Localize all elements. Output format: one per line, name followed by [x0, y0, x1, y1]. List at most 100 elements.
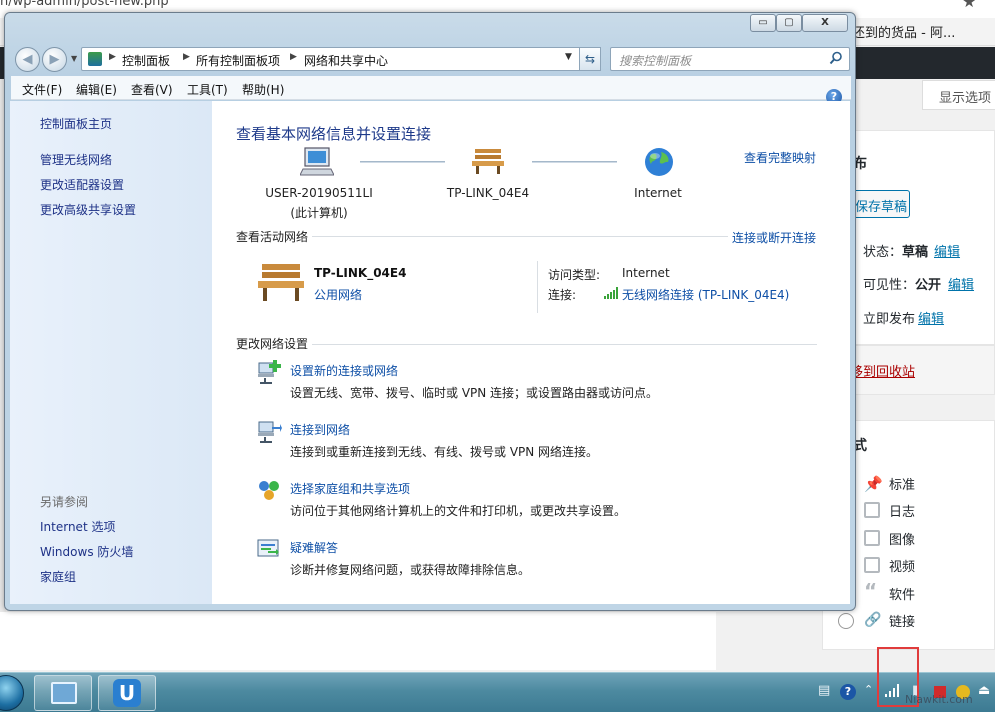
close-button[interactable]: X [802, 14, 848, 32]
format-link-radio[interactable] [838, 613, 854, 629]
connect-network-icon [258, 421, 282, 443]
start-orb-icon[interactable] [0, 675, 24, 711]
task-setup-desc: 设置无线、宽带、拨号、临时或 VPN 连接；或设置路由器或访问点。 [290, 386, 659, 400]
globe-icon[interactable] [643, 146, 675, 178]
menu-help[interactable]: 帮助(H) [242, 81, 284, 98]
menu-edit[interactable]: 编辑(E) [76, 81, 117, 98]
format-quote[interactable]: 软件 [889, 584, 915, 603]
windows-taskbar: U ▤ ? ⌃ ▮ ⏏ [0, 672, 995, 712]
format-standard[interactable]: 标准 [889, 474, 915, 493]
maximize-button[interactable]: ▢ [776, 14, 802, 32]
search-input[interactable]: 搜索控制面板 [610, 47, 850, 71]
access-type-label: 访问类型: [548, 268, 601, 282]
trash-link[interactable]: 移到回收站 [850, 361, 915, 380]
task-homegroup-desc: 访问位于其他网络计算机上的文件和打印机，或更改共享设置。 [290, 504, 627, 518]
connection-line [532, 161, 617, 163]
section-divider [312, 344, 817, 345]
format-aside[interactable]: 日志 [889, 501, 915, 520]
connection-line [360, 161, 445, 163]
network-type-link[interactable]: 公用网络 [314, 286, 362, 303]
network-name: TP-LINK_04E4 [314, 266, 407, 280]
menu-tools[interactable]: 工具(T) [187, 81, 228, 98]
menu-bar: 文件(F) 编辑(E) 查看(V) 工具(T) 帮助(H) [11, 76, 851, 100]
editor-gutter [716, 612, 822, 670]
navigation-bar: ◀ ▶ ▼ ▶ 控制面板 ▶ 所有控制面板项 ▶ 网络和共享中心 ▼ ⇆ 搜索控… [11, 46, 851, 72]
minimize-button[interactable]: ▭ [750, 14, 776, 32]
connect-disconnect-link[interactable]: 连接或断开连接 [732, 229, 816, 246]
breadcrumb-control-panel[interactable]: 控制面板 [122, 52, 170, 69]
breadcrumb-network-center[interactable]: 网络和共享中心 [304, 52, 388, 69]
breadcrumb-all-items[interactable]: 所有控制面板项 [196, 52, 280, 69]
usb-tray-icon[interactable]: ⏏ [978, 683, 990, 698]
breadcrumb-separator-icon: ▶ [109, 52, 116, 62]
refresh-icon[interactable]: ⇆ [579, 47, 601, 71]
publish-now-label: 立即发布 [863, 312, 916, 327]
format-image[interactable]: 图像 [889, 529, 915, 548]
task-troubleshoot-link[interactable]: 疑难解答 [290, 539, 338, 556]
bench-large-icon [258, 264, 304, 301]
screen-options-button[interactable]: 显示选项 [922, 80, 995, 110]
connection-link[interactable]: 无线网络连接 (TP-LINK_04E4) [622, 286, 789, 303]
search-icon[interactable] [829, 51, 843, 65]
save-draft-button[interactable]: 保存草稿 [850, 190, 910, 218]
sidebar-home[interactable]: 控制面板主页 [40, 115, 112, 132]
browser-url[interactable]: n/wp-admin/post-new.php [0, 0, 169, 9]
history-dropdown-icon[interactable]: ▼ [71, 54, 77, 63]
see-also-homegroup[interactable]: 家庭组 [40, 568, 76, 585]
see-also-firewall[interactable]: Windows 防火墙 [40, 543, 133, 560]
active-networks-heading: 查看活动网络 [236, 230, 309, 244]
setup-connection-icon [258, 360, 281, 384]
search-placeholder: 搜索控制面板 [619, 54, 692, 68]
bookmark-star-icon[interactable]: ★ [962, 0, 976, 11]
sidebar-advanced-sharing[interactable]: 更改高级共享设置 [40, 201, 136, 218]
bench-network-icon[interactable] [471, 147, 505, 175]
task-connect-link[interactable]: 连接到网络 [290, 421, 350, 438]
aside-icon [864, 502, 880, 518]
taskbar-app-u[interactable]: U [98, 675, 156, 711]
watermark: Niawkit.com [905, 693, 973, 706]
tray-arrow-icon[interactable]: ⌃ [864, 683, 873, 696]
visibility-edit-link[interactable]: 编辑 [948, 274, 974, 293]
menu-file[interactable]: 文件(F) [22, 81, 62, 98]
sidebar-manage-wireless[interactable]: 管理无线网络 [40, 151, 112, 168]
device-router-name: TP-LINK_04E4 [446, 186, 530, 200]
address-bar[interactable]: ▶ 控制面板 ▶ 所有控制面板项 ▶ 网络和共享中心 ▼ [81, 47, 599, 71]
task-connect-desc: 连接到或重新连接到无线、有线、拨号或 VPN 网络连接。 [290, 445, 599, 459]
signal-strength-icon [604, 287, 618, 299]
task-homegroup-link[interactable]: 选择家庭组和共享选项 [290, 480, 410, 497]
section-divider [312, 236, 728, 237]
task-setup-link[interactable]: 设置新的连接或网络 [290, 362, 398, 379]
main-content: 查看基本网络信息并设置连接 查看完整映射 USER-20190511LI (此计… [212, 101, 850, 604]
connection-label: 连接: [548, 288, 577, 302]
troubleshoot-icon [257, 539, 279, 557]
computer-icon[interactable] [300, 145, 334, 177]
publish-edit-link[interactable]: 编辑 [918, 308, 944, 327]
access-type-value: Internet [622, 266, 670, 280]
keyboard-tray-icon[interactable]: ▤ [818, 683, 830, 698]
homegroup-icon [259, 481, 279, 500]
help-tray-icon[interactable]: ? [840, 684, 856, 700]
sidebar-adapter-settings[interactable]: 更改适配器设置 [40, 176, 124, 193]
browser-tab-title[interactable]: 还到的货品 - 阿... [852, 22, 955, 41]
forward-arrow-icon[interactable]: ▶ [42, 47, 67, 72]
u-app-icon: U [113, 679, 141, 707]
quote-icon: “ [864, 579, 878, 603]
video-icon [864, 557, 880, 573]
see-also-heading: 另请参阅 [40, 495, 89, 509]
view-full-map-link[interactable]: 查看完整映射 [744, 149, 816, 166]
control-panel-icon [88, 52, 102, 66]
taskbar-app-control-panel[interactable] [34, 675, 92, 711]
device-computer-sub: (此计算机) [290, 206, 348, 220]
change-settings-heading: 更改网络设置 [236, 337, 309, 351]
menu-view[interactable]: 查看(V) [131, 81, 173, 98]
status-label: 状态：草稿 [863, 245, 929, 260]
link-icon: 🔗 [864, 612, 882, 628]
back-arrow-icon[interactable]: ◀ [15, 47, 40, 72]
sidebar: 控制面板主页 管理无线网络 更改适配器设置 更改高级共享设置 另请参阅 Inte… [10, 101, 212, 604]
address-dropdown-icon[interactable]: ▼ [565, 52, 572, 62]
format-link[interactable]: 链接 [889, 611, 915, 630]
see-also-internet-options[interactable]: Internet 选项 [40, 518, 115, 535]
breadcrumb-separator-icon: ▶ [183, 52, 190, 62]
status-edit-link[interactable]: 编辑 [934, 241, 960, 260]
format-video[interactable]: 视频 [889, 556, 915, 575]
